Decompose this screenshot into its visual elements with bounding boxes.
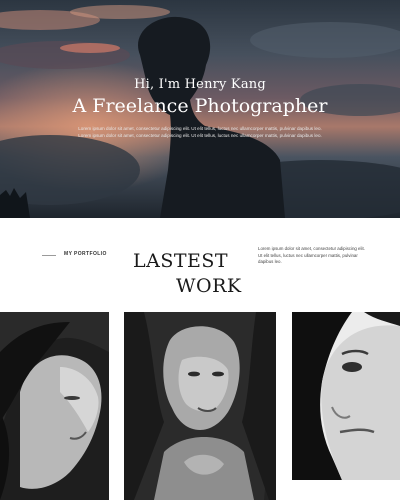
portfolio-photo-1[interactable]: [0, 312, 109, 500]
portrait-image-1: [0, 312, 109, 500]
hero-description: Lorem ipsum dolor sit amet, consectetur …: [78, 126, 322, 138]
portfolio-heading-line1: LASTEST: [133, 250, 229, 272]
portfolio-label-text: MY PORTFOLIO: [64, 251, 107, 257]
hero-title: A Freelance Photographer: [72, 95, 328, 117]
portfolio-photo-3[interactable]: [292, 312, 400, 480]
hero-text-overlay: Hi, I'm Henry Kang A Freelance Photograp…: [0, 0, 400, 218]
label-divider-line: [42, 255, 56, 256]
portfolio-description: Lorem ipsum dolor sit amet, consectetur …: [258, 246, 365, 264]
hero-banner: Hi, I'm Henry Kang A Freelance Photograp…: [0, 0, 400, 218]
portrait-image-3: [292, 312, 400, 480]
portrait-image-2: [124, 312, 276, 500]
hero-greeting: Hi, I'm Henry Kang: [134, 77, 266, 92]
portfolio-heading-line2: WORK: [176, 275, 242, 297]
portfolio-photo-2[interactable]: [124, 312, 276, 500]
